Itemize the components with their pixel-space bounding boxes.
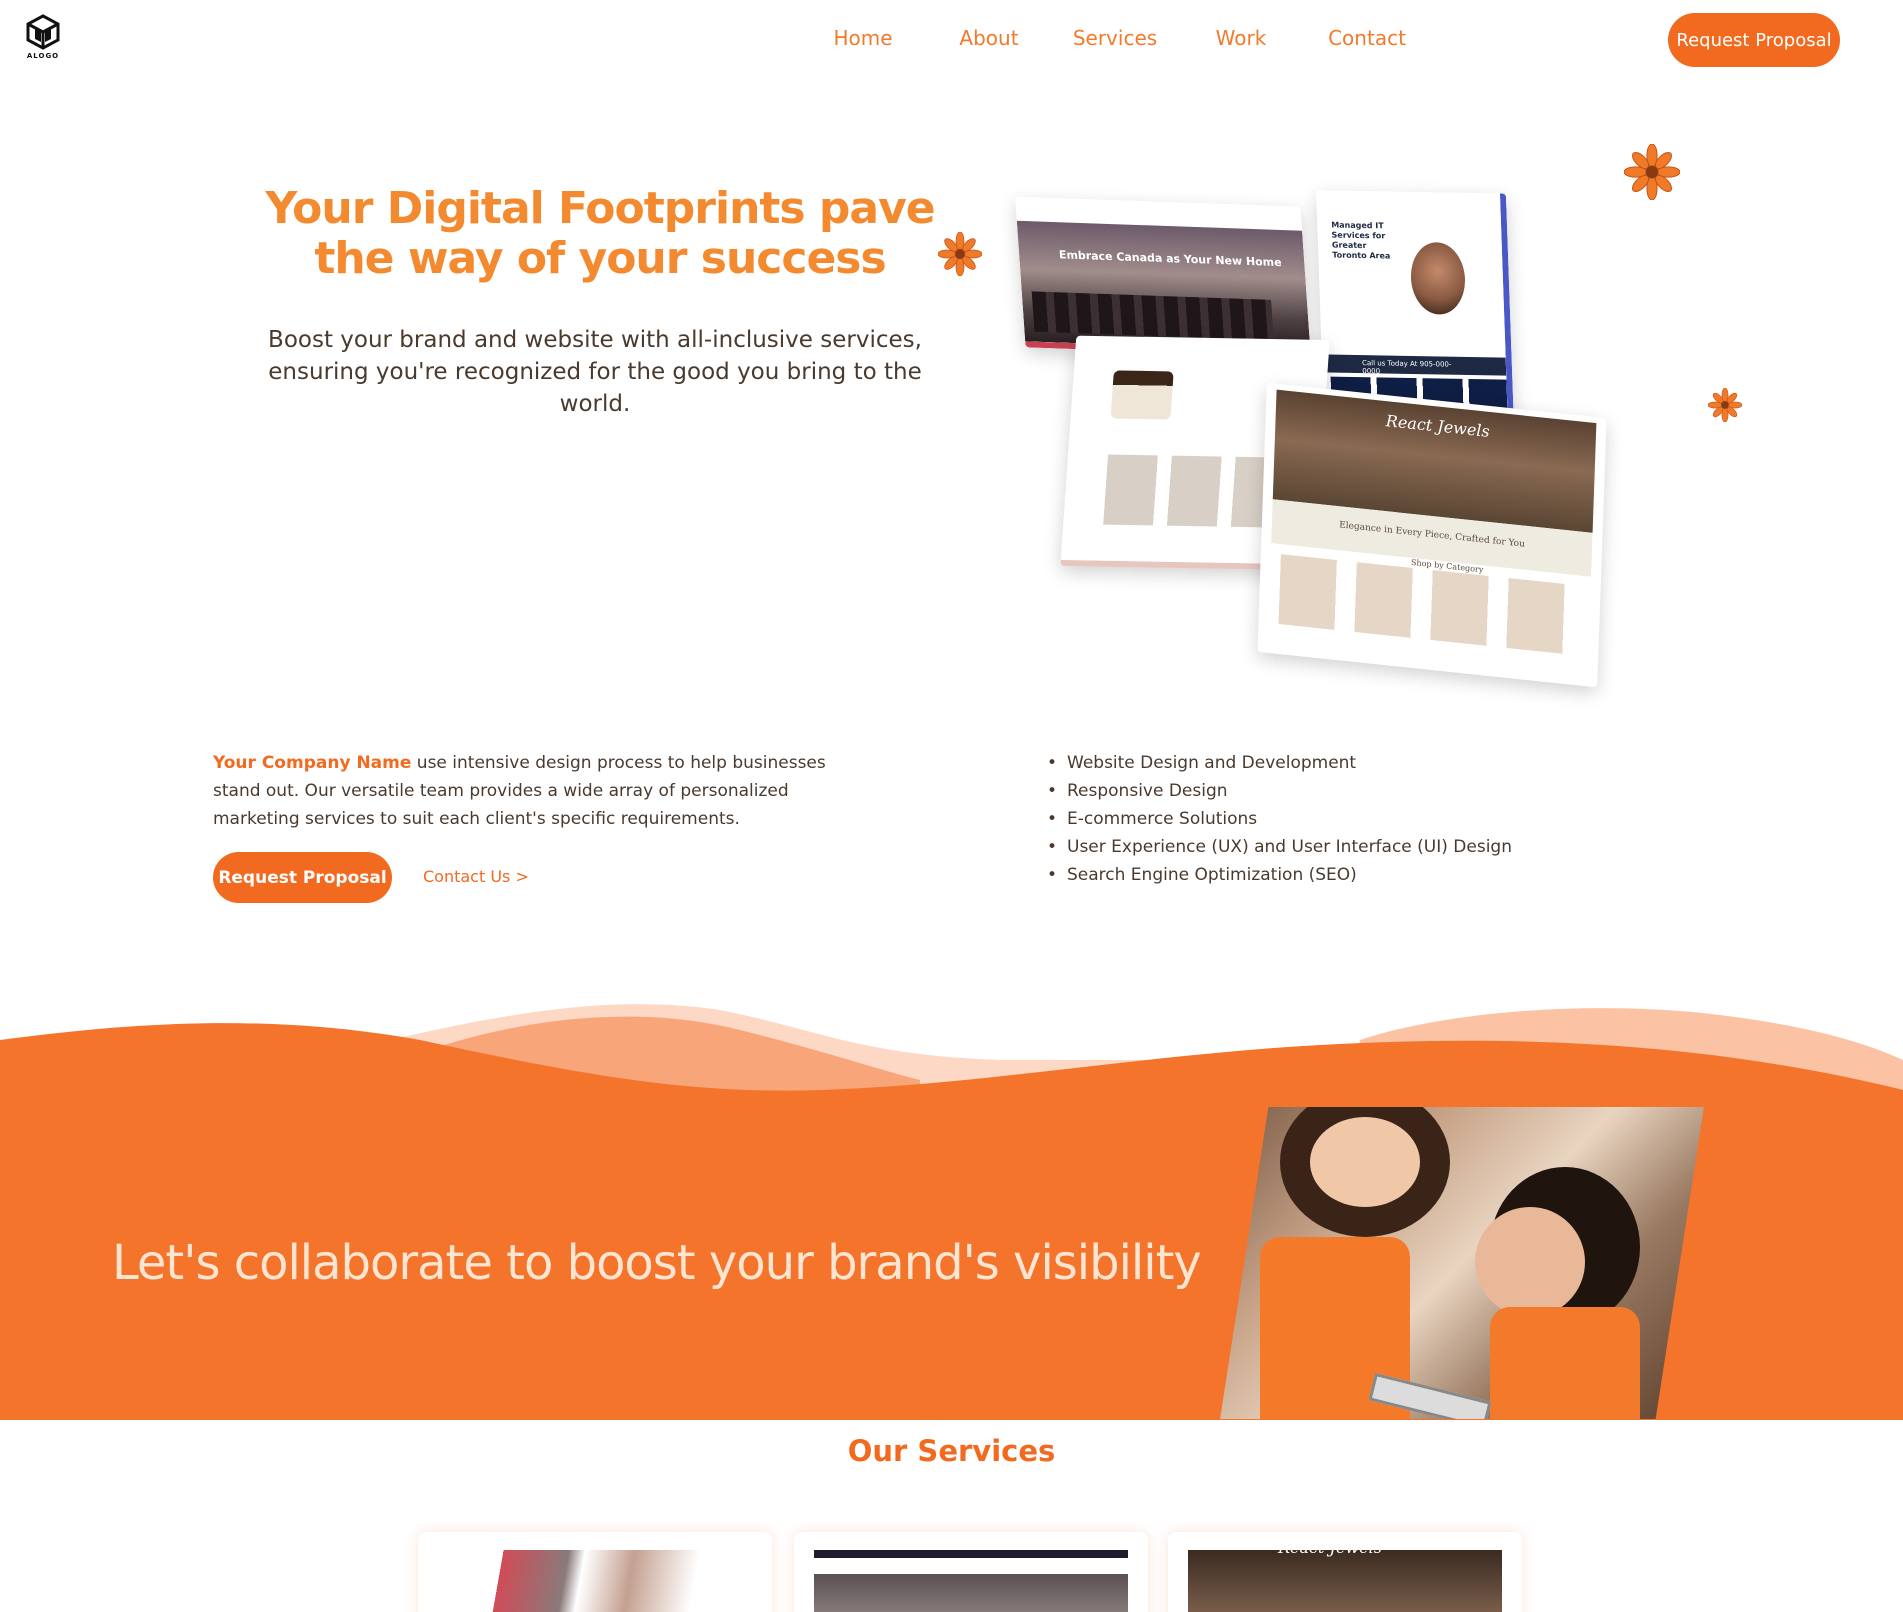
mockup-it-services-site: Managed IT Services for Greater Toronto … <box>1316 190 1514 424</box>
band-title: Let's collaborate to boost your brand's … <box>112 1235 1202 1291</box>
list-item: User Experience (UX) and User Interface … <box>1047 833 1512 861</box>
mockup-immigration-site: Embrace Canada as Your New Home <box>1015 196 1311 358</box>
logo-text: ALOGO <box>26 52 60 60</box>
nav-about[interactable]: About <box>926 26 1052 50</box>
our-services-title: Our Services <box>847 1434 1056 1468</box>
list-item: Responsive Design <box>1047 777 1512 805</box>
services-list: Website Design and Development Responsiv… <box>1047 749 1512 889</box>
flower-icon <box>1708 388 1742 422</box>
hero-title: Your Digital Footprints pave the way of … <box>265 183 935 284</box>
about-text: Your Company Name use intensive design p… <box>213 749 873 833</box>
service-card-brand: React Jewels <box>1278 1538 1382 1557</box>
site-header: ALOGO Home About Services Work Contact R… <box>0 0 1903 80</box>
request-proposal-button[interactable]: Request Proposal <box>1668 13 1840 67</box>
service-card[interactable] <box>418 1532 772 1612</box>
mockup-caption: Managed IT Services for Greater Toronto … <box>1331 220 1391 261</box>
nav-contact[interactable]: Contact <box>1304 26 1430 50</box>
list-item: E-commerce Solutions <box>1047 805 1512 833</box>
team-photo <box>1220 1107 1704 1419</box>
service-card[interactable] <box>794 1532 1148 1612</box>
site-logo[interactable]: ALOGO <box>24 14 62 64</box>
flower-icon <box>938 232 982 276</box>
service-card-image <box>1188 1550 1502 1612</box>
service-card[interactable]: React Jewels <box>1168 1532 1522 1612</box>
portrait-image <box>1409 241 1467 315</box>
service-card-image <box>438 1550 752 1612</box>
company-name: Your Company Name <box>213 753 412 773</box>
list-item: Search Engine Optimization (SEO) <box>1047 861 1512 889</box>
request-proposal-button[interactable]: Request Proposal <box>213 852 392 903</box>
hero-subtitle: Boost your brand and website with all-in… <box>268 327 922 417</box>
list-item: Website Design and Development <box>1047 749 1512 777</box>
cube-logo-icon <box>26 14 60 50</box>
main-nav: Home About Services Work Contact <box>800 26 1430 50</box>
cake-image <box>1110 370 1174 420</box>
nav-services[interactable]: Services <box>1052 26 1178 50</box>
mockup-jewels-site: React Jewels Elegance in Every Piece, Cr… <box>1257 382 1607 688</box>
contact-us-link[interactable]: Contact Us > <box>423 867 529 886</box>
mockup-bar: Call us Today At 905-000-0000 <box>1321 354 1507 376</box>
flower-icon <box>1624 144 1680 200</box>
nav-home[interactable]: Home <box>800 26 926 50</box>
service-card-image <box>814 1550 1128 1612</box>
nav-work[interactable]: Work <box>1178 26 1304 50</box>
